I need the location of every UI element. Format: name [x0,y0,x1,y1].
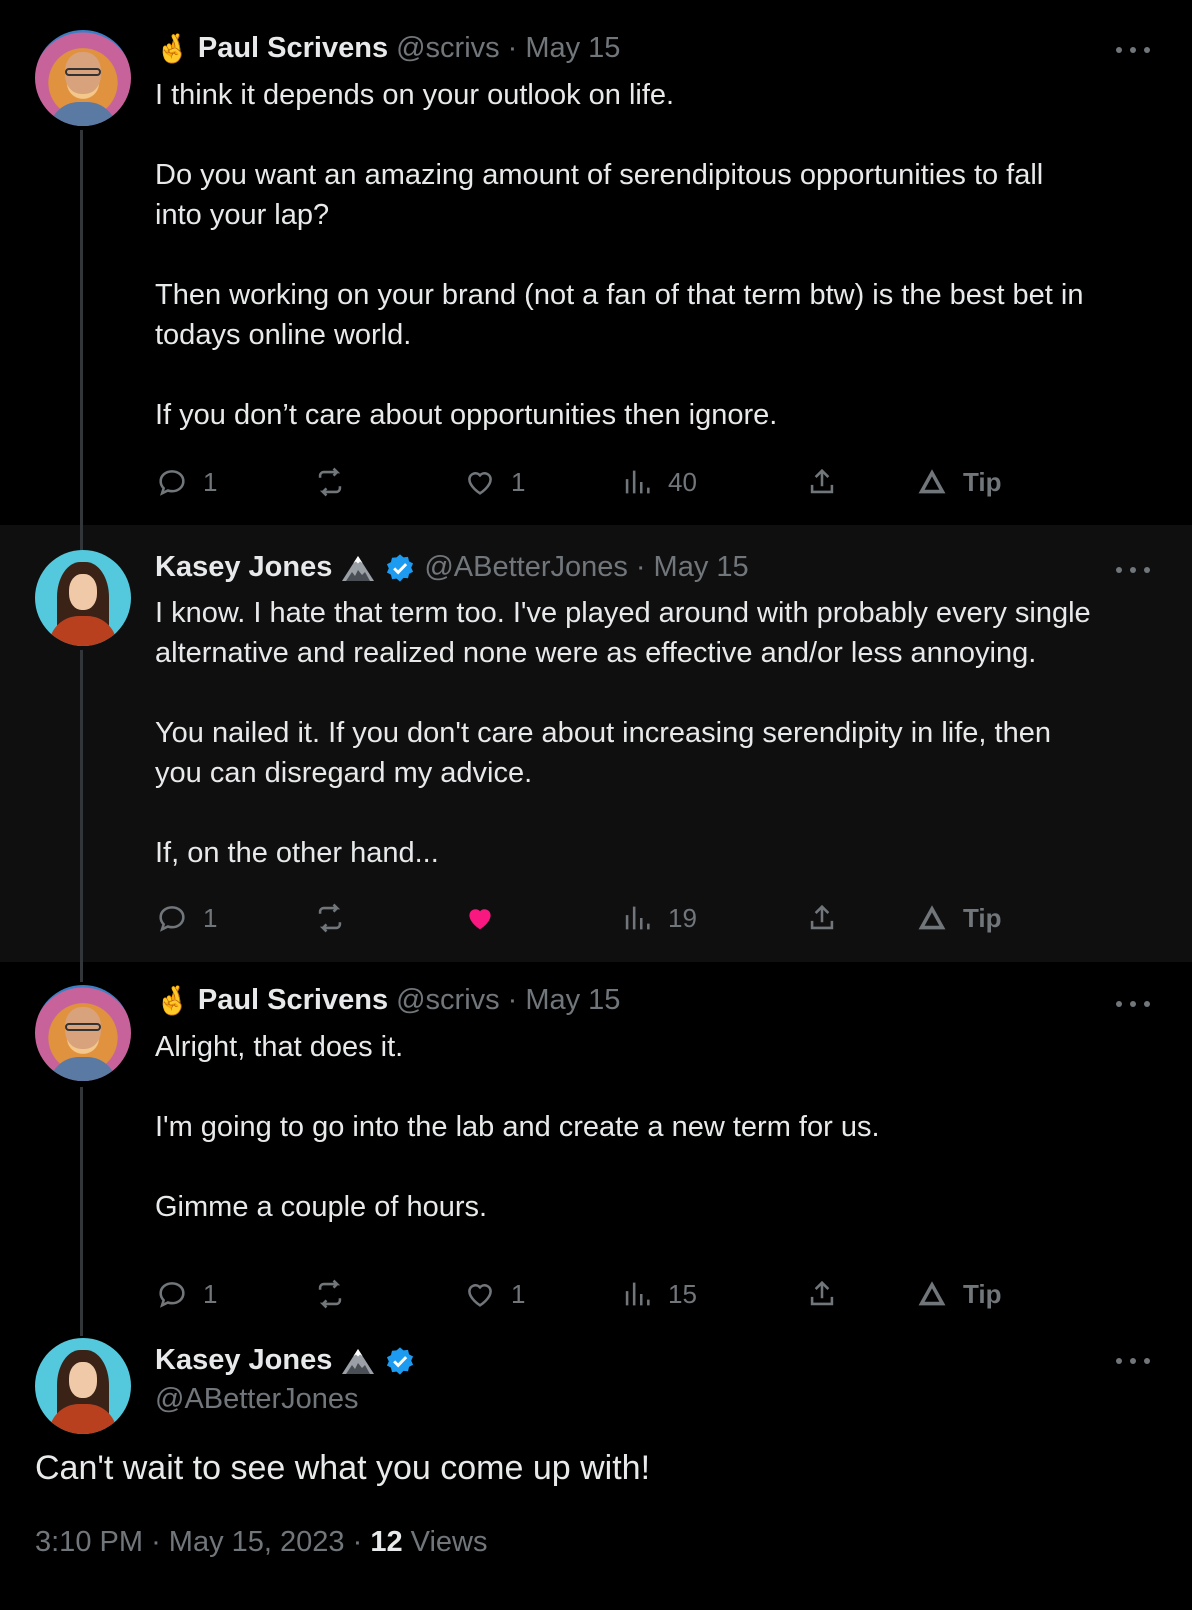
reply-count: 1 [203,902,218,933]
retweet-button[interactable] [313,1274,347,1314]
views-button[interactable]: 15 [620,1274,697,1314]
retweet-button[interactable] [313,898,347,938]
like-button-active[interactable] [463,898,497,938]
author-handle[interactable]: @ABetterJones [424,551,628,584]
analytics-icon [625,1282,650,1306]
author-name[interactable]: Kasey Jones [155,551,332,584]
tweet-reply[interactable]: Kasey Jones @ABetterJones · May 15 I kno… [0,525,1192,962]
heart-filled-icon [469,909,491,930]
view-count: 15 [668,1278,697,1309]
tip-icon [918,469,946,494]
more-options-icon[interactable] [1116,1356,1150,1366]
separator: · [151,1526,161,1558]
focused-tweet: Kasey Jones @ABetterJones Can't wait to … [0,1324,1192,1610]
tip-button[interactable]: Tip [915,898,1002,938]
views-label: Views [410,1526,488,1558]
separator: · [635,551,646,583]
view-count: 40 [668,466,697,497]
thread-connector [80,130,83,525]
like-button[interactable]: 1 [463,462,525,502]
reply-icon [159,470,185,496]
retweet-icon [318,467,342,497]
tweet-text: Can't wait to see what you come up with! [35,1449,651,1487]
share-button[interactable] [805,898,839,938]
avatar[interactable] [35,985,131,1081]
reply-count: 1 [203,1278,218,1309]
thread-connector [80,962,83,982]
thread-connector [80,650,83,962]
tweet-time[interactable]: 3:10 PM [35,1526,143,1558]
tweet-text: I think it depends on your outlook on li… [155,79,1084,431]
tip-icon [918,905,946,930]
retweet-icon [318,1279,342,1309]
share-icon [810,468,834,494]
reply-button[interactable]: 1 [155,462,217,502]
tweet-actions: 1 1 40 Tip [155,462,1055,502]
tip-button[interactable]: Tip [915,462,1002,502]
views-button[interactable]: 19 [620,898,697,938]
share-button[interactable] [805,1274,839,1314]
tip-label: Tip [963,902,1002,933]
tweet-date[interactable]: May 15 [525,32,620,65]
avatar[interactable] [35,30,131,126]
reply-count: 1 [203,466,218,497]
tweet-date[interactable]: May 15 [654,551,749,584]
analytics-icon [625,470,650,494]
conversation-thread: 🤞 Paul Scrivens @scrivs · May 15 I think… [0,0,1192,1610]
tweet-full-date[interactable]: May 15, 2023 [169,1526,345,1558]
author-name[interactable]: Kasey Jones [155,1344,332,1377]
mountain-emoji-icon [342,555,375,581]
analytics-icon [625,906,650,930]
separator: · [507,984,518,1016]
retweet-button[interactable] [313,462,347,502]
like-count: 1 [511,1278,526,1309]
separator: · [507,32,518,64]
tweet-reply[interactable]: 🤞 Paul Scrivens @scrivs · May 15 I think… [0,0,1192,525]
crossed-fingers-emoji: 🤞 [155,33,190,64]
share-button[interactable] [805,462,839,502]
thread-connector [80,1087,83,1324]
views-count: 12 [370,1526,403,1558]
tip-button[interactable]: Tip [915,1274,1002,1314]
tip-label: Tip [963,466,1002,497]
avatar[interactable] [35,550,131,646]
author-handle[interactable]: @scrivs [396,984,500,1017]
views-button[interactable]: 40 [620,462,697,502]
heart-icon [468,472,492,495]
share-icon [810,1280,834,1306]
separator: · [352,1526,363,1558]
like-button[interactable]: 1 [463,1274,525,1314]
author-name[interactable]: Paul Scrivens [198,32,388,65]
crossed-fingers-emoji: 🤞 [155,985,190,1016]
mountain-emoji-icon [342,1348,375,1374]
thread-connector [80,1324,83,1336]
verified-badge-icon [387,1346,414,1375]
more-options-icon[interactable] [1116,45,1150,55]
more-options-icon[interactable] [1116,565,1150,575]
like-count: 1 [511,466,526,497]
reply-icon [159,906,185,932]
more-options-icon[interactable] [1116,999,1150,1009]
reply-icon [159,1282,185,1308]
tweet-text: Alright, that does it. I'm going to go i… [155,1031,880,1223]
reply-button[interactable]: 1 [155,898,217,938]
tip-icon [918,1281,946,1306]
tweet-actions: 1 19 Tip [155,898,1055,938]
avatar[interactable] [35,1338,131,1434]
tweet-text: I know. I hate that term too. I've playe… [155,597,1091,869]
view-count: 19 [668,902,697,933]
author-handle[interactable]: @scrivs [396,32,500,65]
share-icon [810,904,834,930]
tip-label: Tip [963,1278,1002,1309]
reply-button[interactable]: 1 [155,1274,217,1314]
retweet-icon [318,903,342,933]
verified-badge-icon [387,553,414,582]
heart-icon [468,1284,492,1307]
author-name[interactable]: Paul Scrivens [198,984,388,1017]
author-handle[interactable]: @ABetterJones [155,1383,359,1416]
tweet-date[interactable]: May 15 [525,984,620,1017]
tweet-meta: 3:10 PM · May 15, 2023 · 12 Views [35,1526,488,1559]
tweet-actions: 1 1 15 Tip [155,1274,1055,1314]
tweet-reply[interactable]: 🤞 Paul Scrivens @scrivs · May 15 Alright… [0,962,1192,1324]
